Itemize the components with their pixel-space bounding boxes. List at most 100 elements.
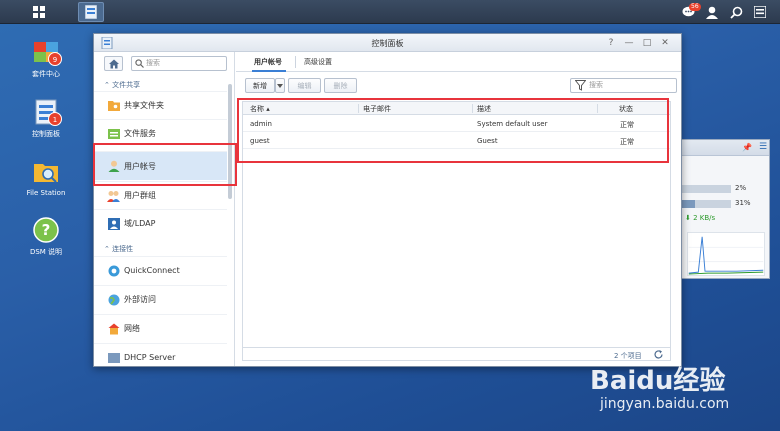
help-button[interactable]: ? bbox=[605, 37, 617, 49]
home-button[interactable] bbox=[104, 56, 123, 71]
desktop-icon-file-station[interactable]: File Station bbox=[16, 158, 76, 197]
cpu-bar bbox=[679, 185, 731, 193]
ram-value: 31% bbox=[735, 199, 751, 207]
desktop-icon-label: File Station bbox=[26, 189, 66, 197]
baidu-jingyan-logo: Baidu经验 bbox=[590, 366, 726, 396]
download-arrow-icon: ⬇ bbox=[685, 214, 691, 222]
search-button[interactable] bbox=[724, 0, 748, 24]
control-panel-badge: 1 bbox=[48, 112, 62, 126]
ram-bar bbox=[679, 200, 731, 208]
sidebar-item-dhcp-server[interactable]: DHCP Server bbox=[94, 343, 227, 366]
sidebar-item-label: QuickConnect bbox=[124, 266, 180, 275]
sidebar-item-label: 共享文件夹 bbox=[124, 101, 164, 110]
close-button[interactable]: ✕ bbox=[659, 37, 671, 49]
tab-user[interactable]: 用户帐号 bbox=[254, 57, 282, 67]
tab-bar: 用户帐号 高级设置 bbox=[236, 52, 681, 72]
section-file-sharing[interactable]: ⌃ 文件共享 bbox=[104, 80, 140, 90]
globe-icon bbox=[107, 293, 120, 306]
sidebar-item-label: 域/LDAP bbox=[124, 219, 156, 228]
control-panel-window: 控制面板 ? — □ ✕ 搜索 ⌃ 文件共享 共享文件夹 文件服务 用户帐号 用… bbox=[93, 33, 682, 367]
taskbar-control-panel-button[interactable] bbox=[78, 2, 104, 22]
desktop-icon-package-center[interactable]: 9 套件中心 bbox=[16, 38, 76, 79]
refresh-icon bbox=[654, 350, 663, 359]
filter-placeholder: 搜索 bbox=[589, 81, 603, 89]
shared-folder-icon bbox=[107, 99, 120, 112]
filter-icon bbox=[575, 80, 586, 91]
sidebar: 搜索 ⌃ 文件共享 共享文件夹 文件服务 用户帐号 用户群组 域/LDAP ⌃ … bbox=[94, 52, 235, 366]
cpu-row: 2% bbox=[679, 183, 771, 193]
tab-advanced[interactable]: 高级设置 bbox=[304, 57, 332, 67]
sidebar-item-label: DHCP Server bbox=[124, 353, 176, 362]
notifications-button[interactable]: 56 bbox=[676, 0, 701, 24]
tab-separator bbox=[295, 56, 296, 68]
folder-search-icon bbox=[34, 164, 58, 183]
desktop-icon-label: DSM 说明 bbox=[29, 248, 63, 256]
main-menu-button[interactable] bbox=[26, 2, 52, 22]
minimize-button[interactable]: — bbox=[623, 37, 635, 49]
highlight-user-table bbox=[237, 98, 669, 163]
network-speed-value: 2 KB/s bbox=[693, 214, 716, 222]
widget-menu-icon[interactable]: ☰ bbox=[759, 142, 767, 152]
user-icon bbox=[706, 6, 718, 19]
desktop-icon-control-panel[interactable]: 1 控制面板 bbox=[16, 98, 76, 139]
notification-badge: 56 bbox=[689, 3, 701, 11]
ram-row: 31% bbox=[679, 198, 771, 208]
sidebar-search-input[interactable]: 搜索 bbox=[131, 56, 227, 71]
user-button[interactable] bbox=[700, 0, 724, 24]
sidebar-item-network[interactable]: 网络 bbox=[94, 314, 227, 342]
sidebar-item-label: 网络 bbox=[124, 324, 140, 333]
highlight-sidebar-user bbox=[93, 143, 237, 186]
caret-down-icon bbox=[277, 83, 283, 88]
widgets-button[interactable] bbox=[748, 0, 772, 24]
sidebar-item-label: 文件服务 bbox=[124, 129, 156, 138]
control-panel-icon bbox=[85, 5, 97, 19]
widgets-icon bbox=[754, 6, 766, 18]
chevron-up-icon: ⌃ bbox=[104, 81, 110, 89]
user-group-icon bbox=[107, 189, 120, 202]
file-services-icon bbox=[107, 127, 120, 140]
svg-text:?: ? bbox=[42, 221, 51, 239]
search-icon bbox=[135, 59, 144, 68]
new-button[interactable]: 新增 bbox=[245, 78, 275, 93]
sidebar-item-external-access[interactable]: 外部访问 bbox=[94, 285, 227, 313]
sidebar-item-label: 外部访问 bbox=[124, 295, 156, 304]
network-icon bbox=[107, 322, 120, 335]
package-center-badge: 9 bbox=[48, 52, 62, 66]
section-connectivity[interactable]: ⌃ 连接性 bbox=[104, 244, 133, 254]
sidebar-item-shared-folder[interactable]: 共享文件夹 bbox=[94, 91, 227, 119]
sidebar-search-placeholder: 搜索 bbox=[146, 59, 160, 67]
home-icon bbox=[108, 59, 119, 68]
sidebar-item-quickconnect[interactable]: QuickConnect bbox=[94, 256, 227, 284]
window-title: 控制面板 bbox=[371, 39, 404, 48]
desktop-icon-dsm-help[interactable]: ? DSM 说明 bbox=[16, 216, 76, 257]
grid-icon bbox=[33, 6, 45, 18]
help-icon: ? bbox=[33, 217, 59, 243]
taskbar: 56 bbox=[0, 0, 780, 24]
watermark-url: jingyan.baidu.com bbox=[600, 396, 730, 412]
search-icon bbox=[729, 6, 742, 19]
edit-button[interactable]: 编辑 bbox=[288, 78, 321, 93]
active-tab-indicator bbox=[252, 70, 286, 72]
desktop-icon-label: 套件中心 bbox=[32, 70, 60, 78]
section-label: 连接性 bbox=[112, 245, 134, 253]
widget-header: 📌 ☰ bbox=[679, 140, 769, 156]
delete-button[interactable]: 删除 bbox=[324, 78, 357, 93]
cpu-value: 2% bbox=[735, 184, 747, 192]
pin-icon[interactable]: 📌 bbox=[742, 143, 752, 152]
domain-icon bbox=[107, 217, 120, 230]
dhcp-server-icon bbox=[107, 351, 120, 364]
window-titlebar[interactable]: 控制面板 ? — □ ✕ bbox=[94, 34, 681, 52]
resource-monitor-widget: 📌 ☰ 2% 31% ⬇ 2 KB/s bbox=[678, 139, 770, 279]
filter-search-input[interactable]: 搜索 bbox=[570, 78, 677, 93]
desktop-icon-label: 控制面板 bbox=[32, 130, 60, 138]
chevron-up-icon: ⌃ bbox=[104, 245, 110, 253]
taskbar-tray: 56 bbox=[676, 0, 772, 24]
new-dropdown-button[interactable] bbox=[275, 78, 285, 93]
sidebar-item-label: 用户群组 bbox=[124, 191, 156, 200]
section-label: 文件共享 bbox=[112, 81, 141, 89]
maximize-button[interactable]: □ bbox=[641, 37, 653, 49]
sidebar-item-domain-ldap[interactable]: 域/LDAP bbox=[94, 209, 227, 237]
table-footer: 2 个项目 bbox=[243, 347, 670, 361]
network-speed: ⬇ 2 KB/s bbox=[685, 214, 715, 222]
network-graph bbox=[687, 232, 765, 276]
